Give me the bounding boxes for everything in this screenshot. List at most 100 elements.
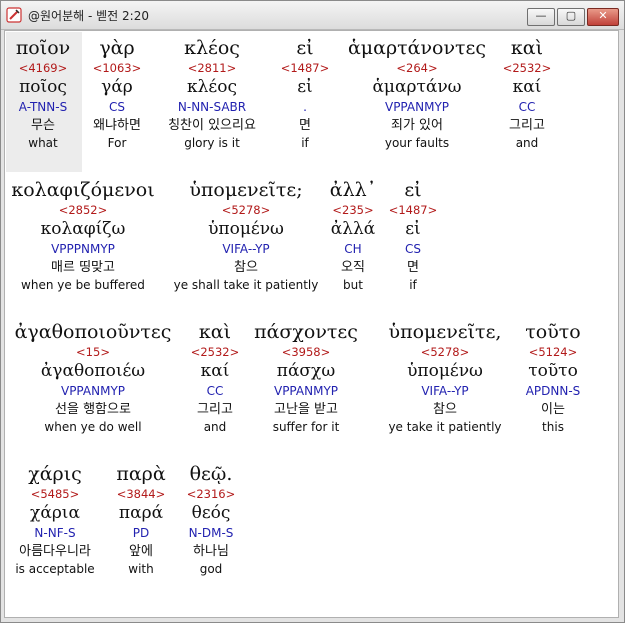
strong-number: <15>	[76, 345, 110, 359]
strong-number: <5278>	[221, 203, 271, 217]
morphology: CH	[344, 242, 362, 256]
strong-number: <2811>	[187, 61, 237, 75]
word-block[interactable]: παρὰ <3844> παρά PD 앞에 with	[113, 462, 169, 578]
close-button[interactable]: ✕	[587, 8, 619, 26]
word-block[interactable]: ἁμαρτάνοντες <264> ἁμαρτάνω VPPANMYP 죄가 …	[338, 36, 496, 152]
morphology: CC	[206, 384, 224, 398]
english-gloss: when ye do well	[44, 420, 142, 434]
title-bar[interactable]: @원어분해 - 벧전 2:20 — ▢ ✕	[1, 1, 624, 30]
english-gloss: your faults	[384, 136, 450, 150]
lemma: θεός	[191, 503, 231, 523]
lemma: εἰ	[297, 77, 313, 97]
minimize-button[interactable]: —	[527, 8, 555, 26]
greek-word: παρὰ	[116, 463, 166, 485]
greek-word: ἀλλ᾽	[329, 179, 377, 201]
strong-number: <235>	[332, 203, 374, 217]
korean-gloss: 참으	[433, 402, 457, 417]
strong-number: <264>	[396, 61, 438, 75]
greek-word: κολαφιζόμενοι	[11, 179, 155, 201]
word-block[interactable]: θεῷ. <2316> θεός N-DM-S 하나님 god	[180, 462, 242, 578]
korean-gloss: 그리고	[197, 402, 233, 417]
lemma: ἀλλά	[330, 219, 376, 239]
maximize-button[interactable]: ▢	[557, 8, 585, 26]
morphology: VPPPNMYP	[51, 242, 115, 256]
strong-number: <2532>	[502, 61, 552, 75]
english-gloss: suffer for it	[272, 420, 340, 434]
english-gloss: if	[301, 136, 309, 150]
morphology: N-NN-SABR	[177, 100, 247, 114]
greek-word: εἰ	[296, 37, 314, 59]
morphology: .	[303, 100, 307, 114]
greek-word: ποῖον	[15, 37, 71, 59]
morphology: CS	[405, 242, 421, 256]
greek-word: γὰρ	[99, 37, 135, 59]
word-block[interactable]: ποῖον <4169> ποῖος A-TNN-S 무슨 what	[5, 36, 81, 152]
word-block[interactable]: ἀλλ᾽ <235> ἀλλά CH 오직 but	[325, 178, 381, 294]
greek-word: ἀγαθοποιοῦντες	[14, 321, 172, 343]
english-gloss: this	[542, 420, 564, 434]
korean-gloss: 참으	[234, 260, 258, 275]
strong-number: <3958>	[281, 345, 331, 359]
word-block[interactable]: ὑπομενεῖτε; <5278> ὑπομένω VIFA--YP 참으 y…	[171, 178, 321, 294]
lemma: ὑπομένω	[208, 219, 284, 239]
lemma: παρά	[118, 503, 164, 523]
lemma: πάσχω	[276, 361, 336, 381]
morphology: PD	[132, 526, 150, 540]
morphology: N-DM-S	[188, 526, 234, 540]
korean-gloss: 무슨	[31, 118, 55, 133]
morphology: N-NF-S	[34, 526, 76, 540]
english-gloss: with	[128, 562, 154, 576]
english-gloss: but	[343, 278, 363, 292]
korean-gloss: 칭찬이 있으리요	[168, 118, 256, 133]
english-gloss: god	[199, 562, 223, 576]
greek-word: κλέος	[184, 37, 240, 59]
word-block[interactable]: καὶ <2532> καί CC 그리고 and	[498, 36, 556, 152]
word-block[interactable]: εἰ <1487> εἰ CS 면 if	[385, 178, 441, 294]
greek-word: καὶ	[510, 37, 544, 59]
korean-gloss: 선을 행함으로	[55, 402, 131, 417]
lemma: κλέος	[187, 77, 237, 97]
word-block[interactable]: χάρις <5485> χάρια N-NF-S 아름다우니라 is acce…	[8, 462, 102, 578]
word-block[interactable]: κλέος <2811> κλέος N-NN-SABR 칭찬이 있으리요 gl…	[152, 36, 272, 152]
app-window: @원어분해 - 벧전 2:20 — ▢ ✕ ποῖον <4169> ποῖος…	[0, 0, 625, 623]
korean-gloss: 면	[299, 118, 311, 133]
lemma: κολαφίζω	[40, 219, 126, 239]
korean-gloss: 매르 띵맞고	[51, 260, 115, 275]
word-block[interactable]: τοῦτο <5124> τοῦτο APDNN-S 이는 this	[517, 320, 589, 436]
greek-word: τοῦτο	[525, 321, 581, 343]
word-block[interactable]: ἀγαθοποιοῦντες <15> ἀγαθοποιέω VPPANMYP …	[8, 320, 178, 436]
word-block[interactable]: καὶ <2532> καί CC 그리고 and	[187, 320, 243, 436]
english-gloss: when ye be buffered	[21, 278, 145, 292]
english-gloss: glory is it	[184, 136, 240, 150]
morphology: VIFA--YP	[421, 384, 469, 398]
lemma: καί	[512, 77, 542, 97]
korean-gloss: 죄가 있어	[391, 118, 443, 133]
english-gloss: ye shall take it patiently	[173, 278, 319, 292]
morphology: A-TNN-S	[18, 100, 68, 114]
korean-gloss: 오직	[341, 260, 365, 275]
strong-number: <2532>	[190, 345, 240, 359]
strong-number: <2852>	[58, 203, 108, 217]
korean-gloss: 하나님	[193, 544, 229, 559]
korean-gloss: 아름다우니라	[19, 544, 91, 559]
lemma: γάρ	[101, 77, 133, 97]
word-block[interactable]: εἰ <1487> εἰ . 면 if	[277, 36, 333, 152]
word-block[interactable]: γὰρ <1063> γάρ CS 왜냐하면 For	[82, 36, 152, 152]
korean-gloss: 면	[407, 260, 419, 275]
english-gloss: ye take it patiently	[388, 420, 502, 434]
morphology: VPPANMYP	[273, 384, 339, 398]
lemma: ἁμαρτάνω	[372, 77, 462, 97]
english-gloss: and	[515, 136, 539, 150]
word-block[interactable]: κολαφιζόμενοι <2852> κολαφίζω VPPPNMYP 매…	[8, 178, 158, 294]
morphology: CC	[518, 100, 536, 114]
greek-word: καὶ	[198, 321, 232, 343]
greek-word: ὑπομενεῖτε,	[388, 321, 502, 343]
strong-number: <5278>	[420, 345, 470, 359]
greek-word: πάσχοντες	[254, 321, 358, 343]
strong-number: <5485>	[30, 487, 80, 501]
word-block[interactable]: ὑπομενεῖτε, <5278> ὑπομένω VIFA--YP 참으 y…	[375, 320, 515, 436]
word-block[interactable]: πάσχοντες <3958> πάσχω VPPANMYP 고난을 받고 s…	[248, 320, 364, 436]
parsing-panel: ποῖον <4169> ποῖος A-TNN-S 무슨 what γὰρ <…	[4, 30, 619, 618]
english-gloss: and	[203, 420, 227, 434]
lemma: ὑπομένω	[407, 361, 483, 381]
